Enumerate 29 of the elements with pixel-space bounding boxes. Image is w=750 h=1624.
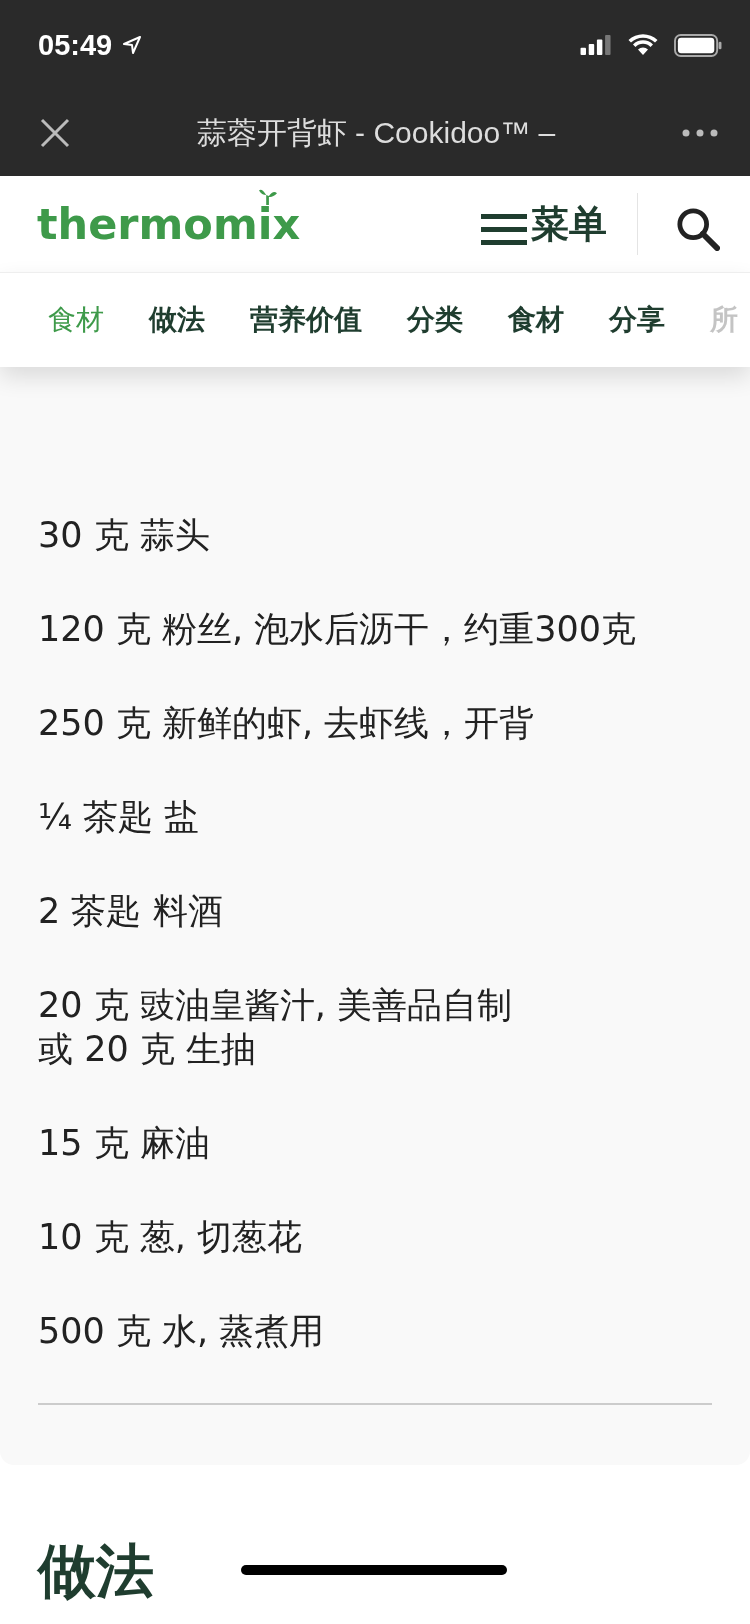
- logo[interactable]: thermomix: [37, 199, 301, 249]
- search-icon[interactable]: [676, 207, 720, 251]
- tab[interactable]: 分类: [407, 301, 463, 339]
- tab[interactable]: 分享: [609, 301, 665, 339]
- tab[interactable]: 营养价值: [250, 301, 362, 339]
- ingredient-item: 2 茶匙 料酒: [38, 890, 224, 933]
- ingredient-item: 20 克 豉油皇酱汁, 美善品自制 或 20 克 生抽: [38, 984, 514, 1071]
- sprout-icon: [259, 187, 277, 205]
- ingredient-item: 500 克 水, 蒸煮用: [38, 1310, 326, 1353]
- tab[interactable]: 食材: [508, 301, 564, 339]
- menu-icon: [481, 214, 527, 246]
- tab[interactable]: 食材: [48, 301, 104, 339]
- ingredient-item: 120 克 粉丝, 泡水后沥干，约重300克: [38, 608, 638, 651]
- ingredient-item: 10 克 葱, 切葱花: [38, 1216, 304, 1259]
- more-icon[interactable]: [682, 129, 718, 137]
- signal-icon: [580, 35, 612, 55]
- location-arrow-icon: [122, 35, 143, 55]
- menu-button[interactable]: 菜单: [481, 198, 607, 250]
- tab[interactable]: 做法: [149, 301, 205, 339]
- ingredient-item: 15 克 麻油: [38, 1122, 211, 1165]
- page-title: 蒜蓉开背虾 - Cookidoo™ –: [195, 114, 557, 151]
- wifi-icon: [628, 34, 658, 56]
- ingredient-item: 250 克 新鲜的虾, 去虾线，开背: [38, 702, 536, 745]
- ingredient-item: 30 克 蒜头: [38, 514, 211, 557]
- section-heading: 做法: [38, 1536, 154, 1607]
- battery-icon: [674, 33, 722, 57]
- ingredient-item: ¼ 茶匙 盐: [38, 796, 201, 839]
- status-time: 05:49: [38, 28, 113, 62]
- close-icon[interactable]: [40, 118, 70, 148]
